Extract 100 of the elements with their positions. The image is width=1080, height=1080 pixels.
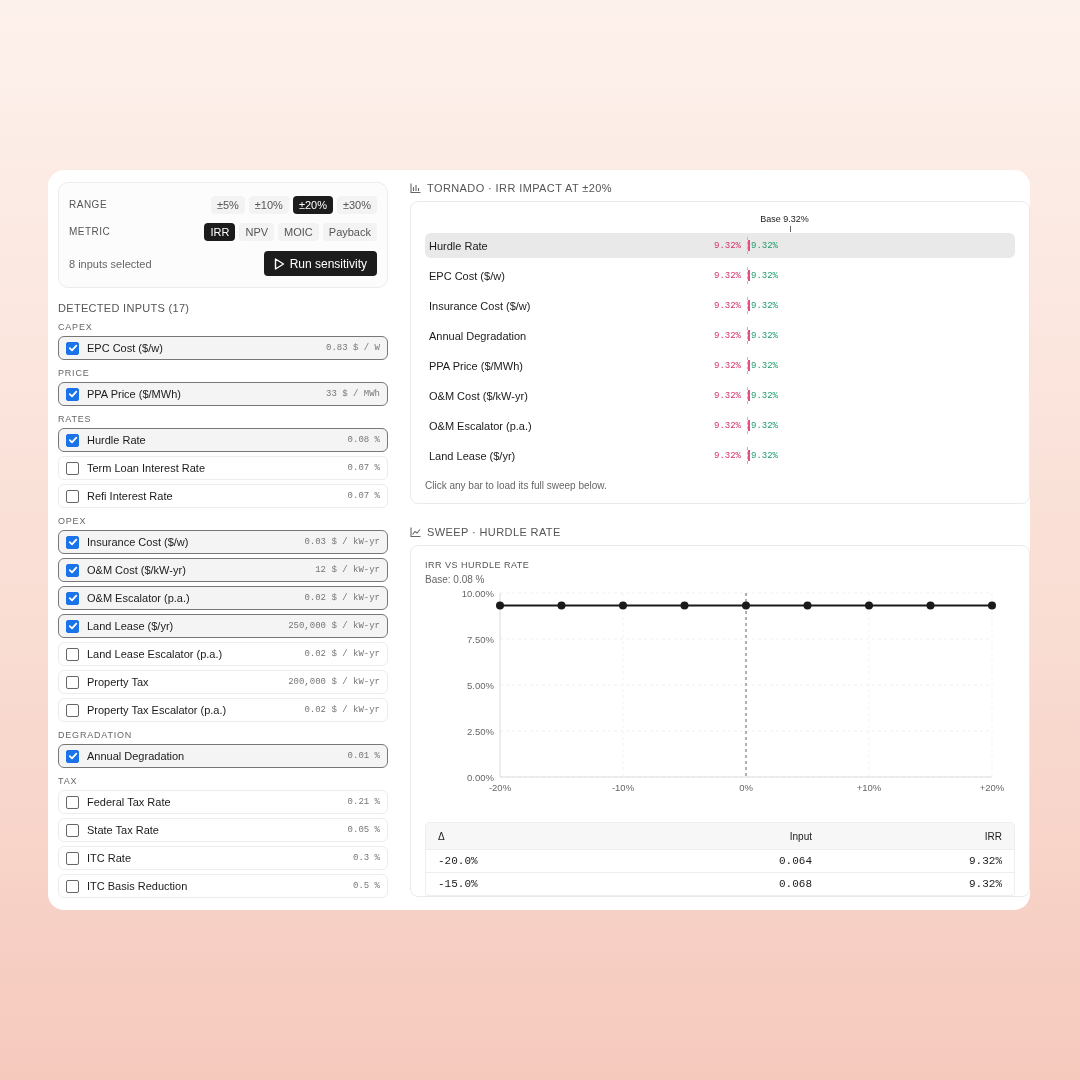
range-option[interactable]: ±30% (336, 195, 377, 214)
checkbox[interactable] (66, 489, 79, 503)
y-tick-label: 10.00% (461, 588, 494, 599)
input-row[interactable]: Property Tax Escalator (p.a.) 0.02 $ / kW-yr (58, 698, 388, 722)
checkbox[interactable] (66, 675, 79, 689)
metric-option[interactable]: Payback (322, 222, 377, 241)
checkbox[interactable] (66, 591, 79, 605)
base-value: Base: 0.08 % (425, 574, 486, 585)
data-point (557, 601, 566, 610)
input-label: Property Tax (87, 676, 150, 688)
input-label: EPC Cost ($/w) (87, 342, 164, 354)
range-label: RANGE (69, 199, 108, 210)
input-row[interactable]: Federal Tax Rate 0.21 % (58, 790, 388, 814)
table-cell-text: 0.064 (778, 855, 812, 867)
checkbox[interactable] (66, 703, 79, 717)
input-label: Refi Interest Rate (87, 490, 174, 502)
input-label: ITC Rate (87, 852, 132, 864)
checkbox[interactable] (66, 647, 79, 661)
input-row[interactable]: State Tax Rate 0.05 % (58, 818, 388, 842)
tornado-row[interactable]: O&M Escalator (p.a.) 9.32% 9.32% (425, 413, 1015, 438)
input-value: 12 $ / kW-yr (315, 565, 380, 575)
checkbox[interactable] (66, 341, 79, 355)
group-label: RATES (58, 414, 93, 424)
input-row[interactable]: Term Loan Interest Rate 0.07 % (58, 456, 388, 480)
tornado-row[interactable]: O&M Cost ($/kW-yr) 9.32% 9.32% (425, 383, 1015, 408)
checkbox[interactable] (66, 851, 79, 865)
x-tick-label: +20% (979, 782, 1005, 793)
metric-option[interactable]: IRR (204, 222, 236, 241)
input-value: 33 $ / MWh (326, 389, 380, 399)
input-value: 0.02 $ / kW-yr (304, 649, 380, 659)
y-tick-label: 0.00% (467, 772, 494, 783)
input-row[interactable]: O&M Escalator (p.a.) 0.02 $ / kW-yr (58, 586, 388, 610)
tornado-row[interactable]: Annual Degradation 9.32% 9.32% (425, 323, 1015, 348)
input-row[interactable]: EPC Cost ($/w) 0.83 $ / W (58, 336, 388, 360)
input-label: Land Lease ($/yr) (87, 620, 175, 632)
checkbox[interactable] (66, 879, 79, 893)
input-row[interactable]: Land Lease ($/yr) 250,000 $ / kW-yr (58, 614, 388, 638)
high-value: 9.32% (751, 240, 779, 251)
low-value: 9.32% (713, 390, 742, 401)
input-row[interactable]: Land Lease Escalator (p.a.) 0.02 $ / kW-yr (58, 642, 388, 666)
metric-option[interactable]: MOIC (278, 222, 319, 241)
input-value: 0.03 $ / kW-yr (304, 537, 380, 547)
metric-option[interactable]: NPV (239, 222, 275, 241)
table-cell-text: 0.068 (778, 878, 812, 890)
bar-chart-icon (410, 183, 421, 193)
tornado-row[interactable]: PPA Price ($/MWh) 9.32% 9.32% (425, 353, 1015, 378)
checkbox[interactable] (66, 535, 79, 549)
y-tick-label: 5.00% (467, 680, 494, 691)
input-row[interactable]: ITC Basis Reduction 0.5 % (58, 874, 388, 898)
input-row[interactable]: ITC Rate 0.3 % (58, 846, 388, 870)
section-title: DETECTED INPUTS (17) (58, 302, 191, 314)
low-value: 9.32% (713, 240, 742, 251)
input-label: Term Loan Interest Rate (87, 462, 206, 474)
run-button[interactable]: Run sensitivity (263, 251, 377, 276)
range-option[interactable]: ±5% (210, 195, 245, 214)
range-option[interactable]: ±10% (248, 195, 289, 214)
selected-count: 8 inputs selected (69, 257, 152, 270)
table-cell-text: 9.32% (968, 855, 1002, 867)
checkbox[interactable] (66, 461, 79, 475)
x-tick-label: +10% (856, 782, 882, 793)
group-label: OPEX (58, 516, 88, 526)
checkbox[interactable] (66, 795, 79, 809)
input-row[interactable]: O&M Cost ($/kW-yr) 12 $ / kW-yr (58, 558, 388, 582)
x-tick-label: -10% (611, 782, 635, 793)
column-header: Input (788, 830, 812, 842)
data-point (988, 601, 996, 610)
hint-text: Click any bar to load its full sweep below. (425, 480, 608, 491)
input-row[interactable]: PPA Price ($/MWh) 33 $ / MWh (58, 382, 388, 406)
input-row[interactable]: Property Tax 200,000 $ / kW-yr (58, 670, 388, 694)
range-option[interactable]: ±20% (292, 195, 333, 214)
input-row[interactable]: Hurdle Rate 0.08 % (58, 428, 388, 452)
high-value: 9.32% (751, 330, 779, 341)
data-point (865, 601, 873, 610)
checkbox[interactable] (66, 387, 79, 401)
input-value: 0.02 $ / kW-yr (304, 593, 380, 603)
line-chart-icon (410, 527, 421, 537)
input-row[interactable]: Refi Interest Rate 0.07 % (58, 484, 388, 508)
input-value: 0.07 % (347, 491, 380, 501)
high-value: 9.32% (751, 420, 779, 431)
checkbox[interactable] (66, 433, 79, 447)
input-value: 250,000 $ / kW-yr (288, 621, 380, 631)
x-tick-label: 0% (739, 782, 753, 793)
metric-label: METRIC (69, 226, 111, 237)
tornado-row[interactable]: Insurance Cost ($/w) 9.32% 9.32% (425, 293, 1015, 318)
tornado-row[interactable]: Hurdle Rate 9.32% 9.32% (425, 233, 1015, 258)
low-value: 9.32% (713, 300, 742, 311)
checkbox[interactable] (66, 749, 79, 763)
tornado-row[interactable]: EPC Cost ($/w) 9.32% 9.32% (425, 263, 1015, 288)
tornado-row[interactable]: Land Lease ($/yr) 9.32% 9.32% (425, 443, 1015, 468)
low-value: 9.32% (713, 330, 742, 341)
checkbox[interactable] (66, 619, 79, 633)
checkbox[interactable] (66, 823, 79, 837)
input-label: ITC Basis Reduction (87, 880, 189, 892)
input-value: 0.07 % (347, 463, 380, 473)
input-row[interactable]: Insurance Cost ($/w) 0.03 $ / kW-yr (58, 530, 388, 554)
input-row[interactable]: Annual Degradation 0.01 % (58, 744, 388, 768)
low-value: 9.32% (713, 450, 742, 461)
checkbox[interactable] (66, 563, 79, 577)
y-tick-label: 2.50% (467, 726, 494, 737)
low-value: 9.32% (713, 270, 742, 281)
